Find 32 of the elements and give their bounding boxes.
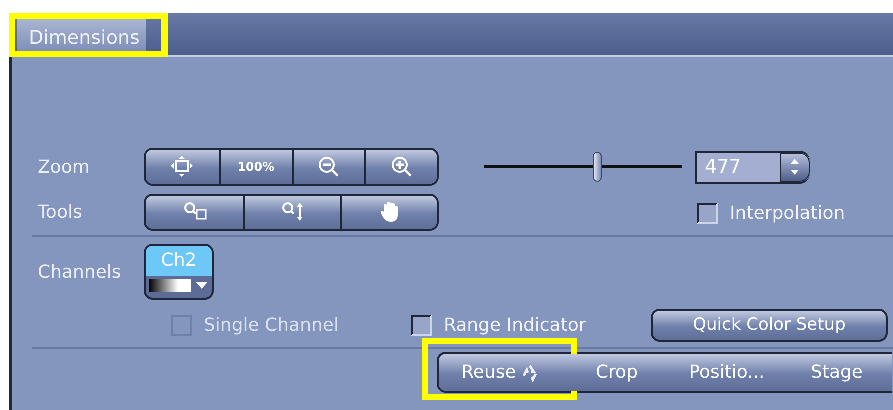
slider-thumb[interactable] [592,152,602,182]
recycle-icon [521,364,540,382]
interpolation-label: Interpolation [730,202,846,224]
fit-view-icon [170,155,194,179]
fit-view-button[interactable] [146,150,219,184]
zoom-out-icon [316,155,341,179]
hand-button[interactable] [340,196,437,228]
zoom-slider[interactable] [484,150,682,184]
toolbar-button[interactable]: Stage [782,354,892,391]
zoom-label: Zoom [37,156,91,178]
toolbar-button[interactable]: Positio... [672,354,782,391]
dimensions-tab[interactable]: Dimensions [17,19,146,51]
toolbar-button[interactable]: Crop [562,354,672,391]
zoom-drag-button[interactable] [243,196,340,228]
zoom-value-field[interactable]: 477 [695,150,810,184]
zoom-out-button[interactable] [292,150,364,184]
interpolation-checkbox[interactable] [697,202,718,224]
zoom-rectangle-button[interactable] [146,196,243,228]
checkbox[interactable] [411,314,432,336]
checkbox-label: Range Indicator [444,314,586,336]
zoom-100-button[interactable]: 100% [218,150,292,184]
toolbar-button[interactable]: Reuse [439,354,562,391]
checkbox-label: Single Channel [204,314,339,336]
channel-button[interactable]: Ch2 [144,244,214,300]
quick-color-setup-button[interactable]: Quick Color Setup [651,308,888,342]
dropdown-arrow-icon[interactable] [196,282,208,290]
gradient-swatch [149,279,191,292]
zoom-value: 477 [697,152,780,182]
channels-label: Channels [37,262,122,282]
zoom-in-icon [390,155,414,179]
zoom-in-button[interactable] [364,150,437,184]
tools-label: Tools [37,202,84,222]
